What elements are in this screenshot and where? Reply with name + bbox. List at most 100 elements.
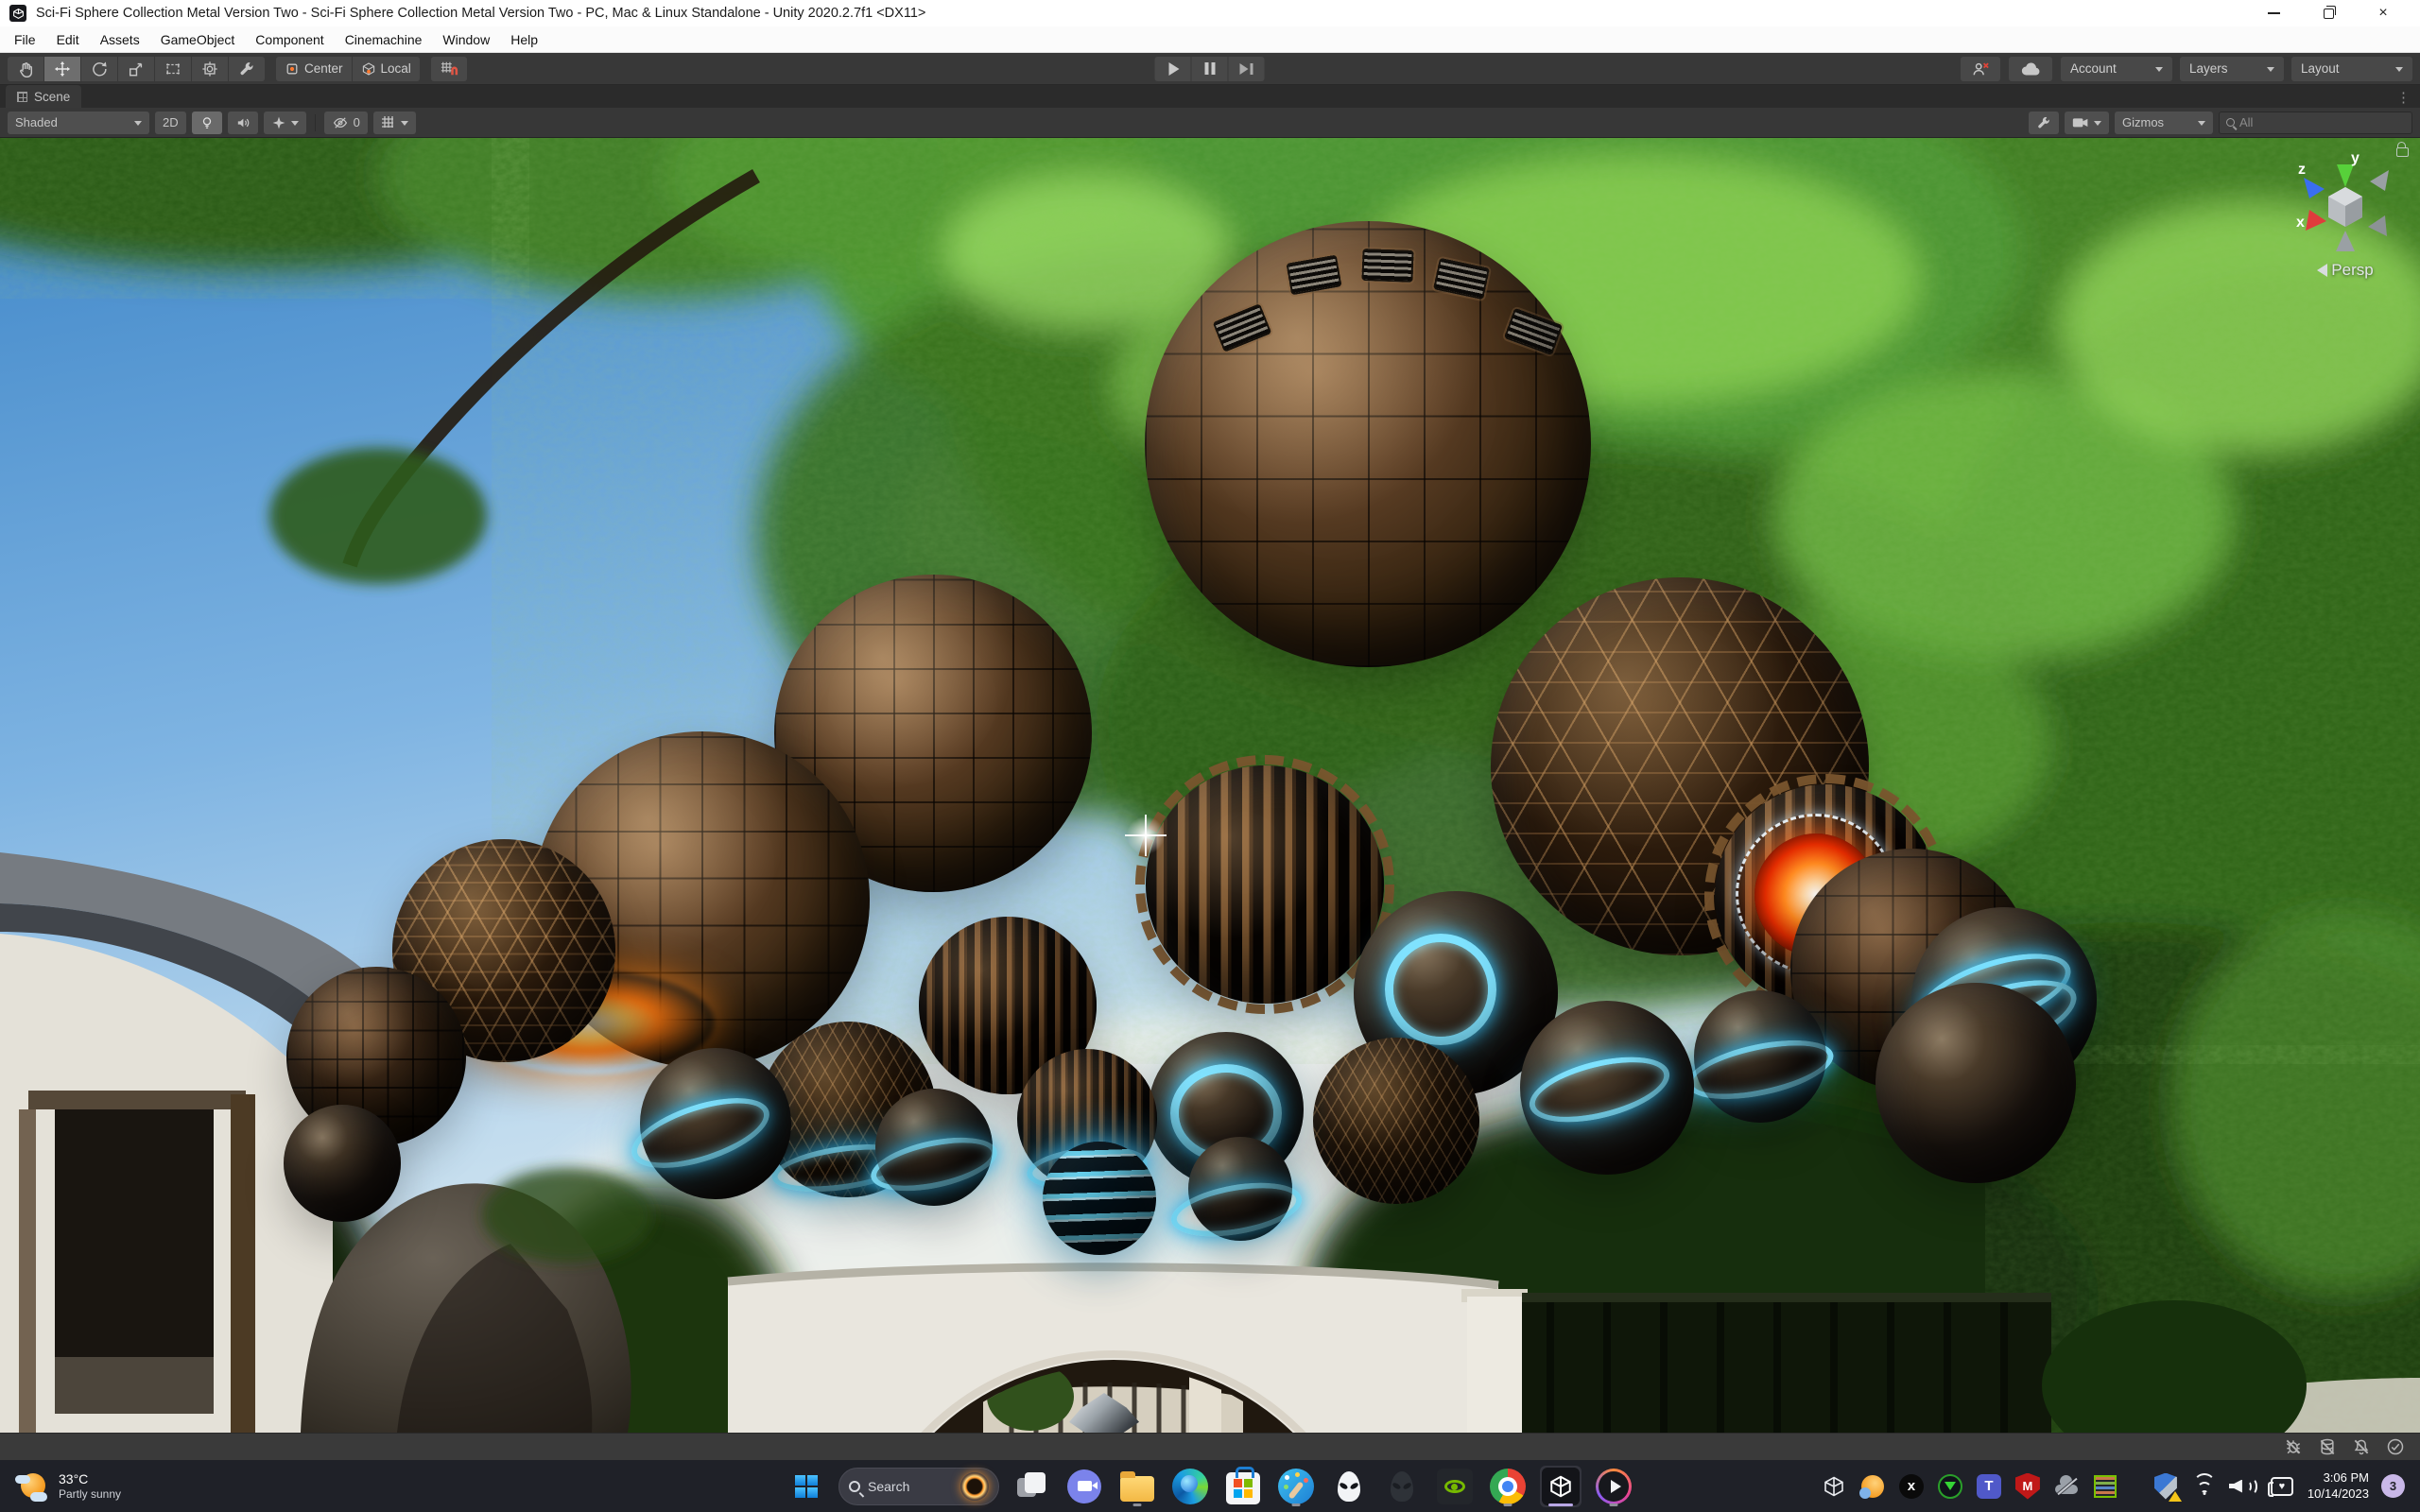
paint-button[interactable] xyxy=(1275,1466,1317,1507)
weather-widget[interactable]: 33°C Partly sunny xyxy=(15,1469,121,1503)
weather-tray-icon[interactable] xyxy=(1858,1473,1886,1500)
speaker-icon xyxy=(237,118,249,127)
scifi-sphere[interactable] xyxy=(1135,755,1394,1014)
scifi-sphere[interactable] xyxy=(1043,1142,1156,1255)
microsoft-store-button[interactable] xyxy=(1222,1466,1264,1507)
custom-tool-button[interactable] xyxy=(229,56,265,81)
security-warning-icon[interactable] xyxy=(2152,1472,2182,1502)
scene-camera-button[interactable] xyxy=(2065,111,2109,134)
nvidia-button[interactable] xyxy=(1434,1466,1476,1507)
scifi-sphere[interactable] xyxy=(1682,990,1839,1123)
gizmos-dropdown[interactable]: Gizmos xyxy=(2115,111,2213,134)
menu-component[interactable]: Component xyxy=(245,26,334,52)
chat-button[interactable] xyxy=(1063,1466,1105,1507)
start-button[interactable] xyxy=(786,1466,827,1507)
mcafee-shield-icon[interactable]: M xyxy=(2014,1472,2041,1500)
system-monitor-icon[interactable] xyxy=(2092,1473,2118,1500)
windows-taskbar: 33°C Partly sunny Search x T M ♥ 3:06 PM… xyxy=(0,1460,2420,1512)
effects-toggle-button[interactable] xyxy=(263,111,306,134)
menu-gameobject[interactable]: GameObject xyxy=(150,26,246,52)
projection-mode[interactable]: Persp xyxy=(2284,261,2407,280)
layout-dropdown[interactable]: Layout xyxy=(2291,56,2412,81)
hand-tool-button[interactable] xyxy=(8,56,43,81)
vent-panel xyxy=(1286,254,1342,296)
scifi-sphere[interactable] xyxy=(1313,1038,1479,1204)
volume-icon[interactable] xyxy=(2228,1473,2257,1500)
alienware-command-center-button[interactable] xyxy=(1381,1466,1423,1507)
file-explorer-button[interactable] xyxy=(1116,1466,1158,1507)
xbox-icon[interactable]: x xyxy=(1898,1473,1925,1500)
minimize-button[interactable] xyxy=(2246,0,2301,26)
taskbar-clock[interactable]: 3:06 PM 10/14/2023 xyxy=(2308,1470,2369,1503)
notification-badge[interactable]: 3 xyxy=(2381,1474,2405,1498)
photos-icon[interactable]: ♥ xyxy=(2267,1473,2295,1500)
layers-dropdown[interactable]: Layers xyxy=(2180,56,2284,81)
close-button[interactable]: × xyxy=(2356,0,2411,26)
menu-window[interactable]: Window xyxy=(432,26,500,52)
scene-viewport[interactable]: y z x Persp xyxy=(0,138,2420,1433)
transform-icon xyxy=(202,60,217,77)
lighting-toggle-button[interactable] xyxy=(191,111,222,134)
scifi-sphere[interactable] xyxy=(1167,1137,1306,1246)
rect-tool-button[interactable] xyxy=(155,56,191,81)
scene-search-input[interactable] xyxy=(2239,115,2405,129)
step-button[interactable] xyxy=(1228,56,1265,81)
scifi-sphere[interactable] xyxy=(623,1048,791,1199)
shading-mode-dropdown[interactable]: Shaded xyxy=(8,111,149,134)
taskbar-search[interactable]: Search xyxy=(838,1467,999,1505)
folder-icon xyxy=(1120,1471,1154,1502)
grid-visibility-button[interactable] xyxy=(372,111,416,134)
wrench-icon xyxy=(240,61,253,75)
chrome-icon xyxy=(1490,1468,1526,1504)
checkmark-icon[interactable] xyxy=(2386,1437,2405,1456)
hidden-objects-button[interactable]: 0 xyxy=(323,111,368,134)
media-player-button[interactable] xyxy=(1593,1466,1634,1507)
vent-panel xyxy=(1361,249,1414,283)
pivot-mode-button[interactable]: Center xyxy=(276,56,352,81)
tab-overflow-menu[interactable]: ⋮ xyxy=(2387,89,2420,108)
play-button[interactable] xyxy=(1154,56,1191,81)
move-tool-button[interactable] xyxy=(44,56,80,81)
menu-help[interactable]: Help xyxy=(500,26,548,52)
audio-toggle-button[interactable] xyxy=(227,111,258,134)
grid-snap-button[interactable] xyxy=(430,56,467,81)
task-view-button[interactable] xyxy=(1011,1466,1052,1507)
account-dropdown[interactable]: Account xyxy=(2061,56,2172,81)
alienware-button[interactable] xyxy=(1328,1466,1370,1507)
cloud-button[interactable] xyxy=(2009,56,2052,81)
chrome-button[interactable] xyxy=(1487,1466,1529,1507)
scifi-sphere[interactable] xyxy=(1145,221,1591,667)
menu-file[interactable]: File xyxy=(4,26,46,52)
menu-cinemachine[interactable]: Cinemachine xyxy=(335,26,433,52)
2d-toggle-button[interactable]: 2D xyxy=(155,111,186,134)
scene-tools-button[interactable] xyxy=(2029,111,2059,134)
driver-updater-icon[interactable] xyxy=(1937,1473,1963,1500)
handle-rotation-button[interactable]: Local xyxy=(352,56,420,81)
scene-orientation-gizmo[interactable]: y z x Persp xyxy=(2284,142,2409,280)
wifi-icon[interactable] xyxy=(2191,1472,2218,1500)
scifi-sphere[interactable] xyxy=(284,1105,401,1222)
notifications-muted-icon[interactable] xyxy=(2352,1437,2371,1456)
cache-server-disabled-icon[interactable] xyxy=(2318,1437,2337,1456)
transform-tool-button[interactable] xyxy=(192,56,228,81)
rotate-tool-button[interactable] xyxy=(81,56,117,81)
scifi-sphere[interactable] xyxy=(866,1089,1002,1206)
scale-tool-button[interactable] xyxy=(118,56,154,81)
bug-disabled-icon[interactable] xyxy=(2284,1437,2303,1456)
alien-head-icon xyxy=(1338,1470,1360,1502)
unity-editor-button[interactable] xyxy=(1540,1465,1582,1507)
onedrive-offline-icon[interactable] xyxy=(2053,1473,2080,1500)
tab-scene[interactable]: Scene xyxy=(6,85,82,108)
scifi-sphere[interactable] xyxy=(1520,1001,1694,1175)
unity-tray-icon[interactable] xyxy=(1821,1473,1847,1500)
pause-button[interactable] xyxy=(1191,56,1228,81)
menu-edit[interactable]: Edit xyxy=(46,26,90,52)
restore-button[interactable] xyxy=(2301,0,2356,26)
camera-icon xyxy=(2072,118,2088,128)
menu-assets[interactable]: Assets xyxy=(90,26,150,52)
scifi-sphere[interactable] xyxy=(1876,983,2076,1183)
teams-icon[interactable]: T xyxy=(1976,1473,2002,1500)
lock-icon[interactable] xyxy=(2396,142,2409,157)
edge-button[interactable] xyxy=(1169,1466,1211,1507)
collab-button[interactable] xyxy=(1961,56,2000,81)
